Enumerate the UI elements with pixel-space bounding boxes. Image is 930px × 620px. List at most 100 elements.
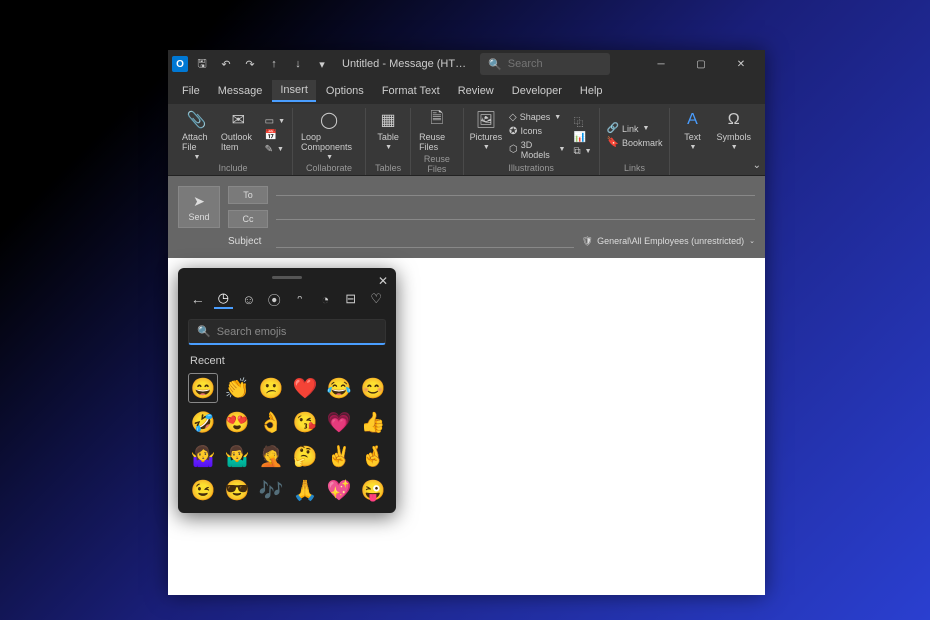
emoji-panel: ✕ ← ◷ ☺ ⦿ ᵔ ◔ ⊟ ♡ 🔍 Recent 😄👏😕❤️😂😊🤣😍👌😘💗👍… bbox=[178, 268, 396, 513]
pictures-button[interactable]: 🖼 Pictures ▼ bbox=[468, 108, 504, 163]
outlook-window: O 🖫 ↶ ↷ ↑ ↓ ▾ Untitled - Message (HT… 🔍 … bbox=[168, 50, 765, 595]
close-button[interactable]: ✕ bbox=[721, 50, 761, 78]
emoji-cell[interactable]: 🤞 bbox=[358, 441, 388, 471]
to-button[interactable]: To bbox=[228, 186, 268, 204]
emoji-cell[interactable]: 😎 bbox=[222, 475, 252, 505]
emoji-close-button[interactable]: ✕ bbox=[378, 274, 388, 288]
table-button[interactable]: ▦ Table ▼ bbox=[370, 108, 406, 163]
table-icon: ▦ bbox=[381, 110, 396, 130]
text-label: Text bbox=[684, 132, 701, 142]
to-input[interactable] bbox=[276, 195, 755, 196]
message-body[interactable]: ✕ ← ◷ ☺ ⦿ ᵔ ◔ ⊟ ♡ 🔍 Recent 😄👏😕❤️😂😊🤣😍👌😘💗👍… bbox=[168, 258, 765, 595]
emoji-cell[interactable]: 👍 bbox=[358, 407, 388, 437]
envelope-icon: ✉ bbox=[232, 110, 245, 130]
maximize-button[interactable]: ▢ bbox=[681, 50, 721, 78]
emoji-search-box[interactable]: 🔍 bbox=[188, 319, 386, 345]
qat-more-icon[interactable]: ▾ bbox=[312, 54, 332, 74]
menu-format-text[interactable]: Format Text bbox=[374, 81, 448, 101]
attach-file-button[interactable]: 📎 Attach File ▼ bbox=[178, 108, 215, 163]
ribbon-group-illustrations: 🖼 Pictures ▼ ◇Shapes▼ ✪Icons ⬡3D Models▼… bbox=[464, 108, 600, 175]
icons-button[interactable]: ✪Icons bbox=[506, 125, 568, 138]
emoji-cell[interactable]: 😘 bbox=[290, 407, 320, 437]
chevron-down-icon: ▼ bbox=[731, 144, 738, 151]
minimize-button[interactable]: ─ bbox=[641, 50, 681, 78]
emoji-tab-recent[interactable]: ◷ bbox=[214, 289, 234, 309]
calendar-button[interactable]: 📅 bbox=[262, 129, 288, 142]
cc-input[interactable] bbox=[276, 219, 755, 220]
signature-icon: ✎ bbox=[265, 144, 273, 155]
screenshot-icon: ⧉ bbox=[573, 146, 580, 157]
emoji-cell[interactable]: 👌 bbox=[256, 407, 286, 437]
signature-button[interactable]: ✎▼ bbox=[262, 143, 288, 156]
symbols-button[interactable]: Ω Symbols ▼ bbox=[712, 108, 755, 163]
emoji-cell[interactable]: 😜 bbox=[358, 475, 388, 505]
emoji-cell[interactable]: 😊 bbox=[358, 373, 388, 403]
emoji-back-button[interactable]: ← bbox=[188, 289, 208, 309]
chart-button[interactable]: 📊 bbox=[570, 131, 594, 144]
card-icon: ▭ bbox=[265, 116, 274, 127]
emoji-cell[interactable]: 😉 bbox=[188, 475, 218, 505]
emoji-tab-kaomoji[interactable]: ᵔ bbox=[290, 289, 310, 309]
bookmark-button[interactable]: 🔖Bookmark bbox=[604, 136, 666, 149]
emoji-cell[interactable]: 💖 bbox=[324, 475, 354, 505]
chevron-down-icon: ⌄ bbox=[749, 237, 755, 245]
emoji-cell[interactable]: 😍 bbox=[222, 407, 252, 437]
loop-components-button[interactable]: ◯ Loop Components ▼ bbox=[297, 108, 361, 163]
emoji-cell[interactable]: 😄 bbox=[188, 373, 218, 403]
emoji-cell[interactable]: 🤔 bbox=[290, 441, 320, 471]
drag-handle[interactable] bbox=[272, 276, 302, 279]
emoji-tab-smileys[interactable]: ☺ bbox=[239, 289, 259, 309]
menu-developer[interactable]: Developer bbox=[504, 81, 570, 101]
send-label: Send bbox=[188, 212, 209, 222]
menu-review[interactable]: Review bbox=[450, 81, 502, 101]
emoji-cell[interactable]: 😕 bbox=[256, 373, 286, 403]
redo-icon[interactable]: ↷ bbox=[240, 54, 260, 74]
emoji-cell[interactable]: 🤦 bbox=[256, 441, 286, 471]
calendar-icon: 📅 bbox=[265, 130, 277, 141]
3d-models-button[interactable]: ⬡3D Models▼ bbox=[506, 139, 568, 161]
menu-file[interactable]: File bbox=[174, 81, 208, 101]
search-input[interactable] bbox=[508, 58, 602, 70]
emoji-tab-heart[interactable]: ♡ bbox=[367, 289, 387, 309]
menu-message[interactable]: Message bbox=[210, 81, 271, 101]
undo-icon[interactable]: ↶ bbox=[216, 54, 236, 74]
emoji-cell[interactable]: 🤷‍♀️ bbox=[188, 441, 218, 471]
text-button[interactable]: A Text ▼ bbox=[674, 108, 710, 163]
cc-button[interactable]: Cc bbox=[228, 210, 268, 228]
ribbon-collapse-button[interactable]: ⌄ bbox=[753, 160, 761, 171]
reuse-files-button[interactable]: 🗎 Reuse Files bbox=[415, 108, 459, 154]
screenshot-button[interactable]: ⧉▼ bbox=[570, 145, 594, 158]
emoji-cell[interactable]: 🎶 bbox=[256, 475, 286, 505]
emoji-tab-symbols[interactable]: ⊟ bbox=[341, 289, 361, 309]
search-box[interactable]: 🔍 bbox=[480, 53, 610, 75]
outlook-item-label: Outlook Item bbox=[221, 132, 256, 152]
business-card-button[interactable]: ▭▼ bbox=[262, 115, 288, 128]
emoji-cell[interactable]: 🙏 bbox=[290, 475, 320, 505]
menu-insert[interactable]: Insert bbox=[272, 80, 316, 102]
emoji-cell[interactable]: 💗 bbox=[324, 407, 354, 437]
chevron-down-icon: ▼ bbox=[326, 154, 333, 161]
emoji-cell[interactable]: 🤷‍♂️ bbox=[222, 441, 252, 471]
emoji-cell[interactable]: ❤️ bbox=[290, 373, 320, 403]
down-icon[interactable]: ↓ bbox=[288, 54, 308, 74]
emoji-cell[interactable]: 😂 bbox=[324, 373, 354, 403]
sensitivity-label[interactable]: 🛡 General\All Employees (unrestricted) ⌄ bbox=[582, 236, 755, 247]
emoji-tab-food[interactable]: ◔ bbox=[316, 289, 336, 309]
save-icon[interactable]: 🖫 bbox=[192, 54, 212, 74]
up-icon[interactable]: ↑ bbox=[264, 54, 284, 74]
shapes-button[interactable]: ◇Shapes▼ bbox=[506, 111, 568, 124]
menu-options[interactable]: Options bbox=[318, 81, 372, 101]
menu-help[interactable]: Help bbox=[572, 81, 611, 101]
loop-icon: ◯ bbox=[320, 110, 338, 130]
emoji-cell[interactable]: ✌️ bbox=[324, 441, 354, 471]
link-button[interactable]: 🔗Link▼ bbox=[604, 122, 666, 135]
smartart-button[interactable]: ⿻ bbox=[570, 113, 594, 130]
pictures-label: Pictures bbox=[470, 132, 503, 142]
emoji-cell[interactable]: 🤣 bbox=[188, 407, 218, 437]
emoji-search-input[interactable] bbox=[217, 326, 377, 338]
outlook-item-button[interactable]: ✉ Outlook Item bbox=[217, 108, 260, 163]
subject-input[interactable] bbox=[276, 234, 574, 248]
send-button[interactable]: ➤ Send bbox=[178, 186, 220, 228]
emoji-tab-gif[interactable]: ⦿ bbox=[265, 289, 285, 309]
emoji-cell[interactable]: 👏 bbox=[222, 373, 252, 403]
